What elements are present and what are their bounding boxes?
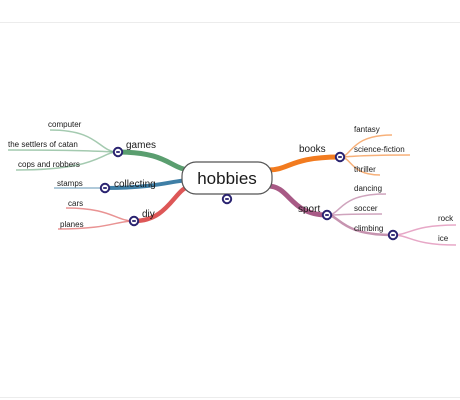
node-label[interactable]: climbing xyxy=(354,224,383,233)
node-label[interactable]: dancing xyxy=(354,184,382,193)
node-label[interactable]: thriller xyxy=(354,165,376,174)
node-label[interactable]: ice xyxy=(438,234,449,243)
branch-books: books fantasy science-fiction thriller xyxy=(265,125,411,176)
collapse-circle-icon[interactable] xyxy=(99,182,111,194)
branch-collecting: collecting stamps xyxy=(54,178,194,194)
node-label[interactable]: soccer xyxy=(354,204,378,213)
node-label[interactable]: games xyxy=(126,140,156,151)
branch-diy: diy cars planes xyxy=(57,183,195,230)
edge-books-scifi xyxy=(339,154,411,158)
collapse-circle-icon[interactable] xyxy=(221,193,233,205)
node-label[interactable]: fantasy xyxy=(354,125,380,134)
node-label[interactable]: cars xyxy=(68,199,83,208)
collapse-circle-icon[interactable] xyxy=(112,146,124,158)
node-label[interactable]: the settlers of catan xyxy=(8,140,78,149)
branch-games: games computer the settlers of catan cop… xyxy=(7,120,195,173)
edge-root-games xyxy=(115,149,195,173)
collapse-circle-icon[interactable] xyxy=(334,151,346,163)
branch-sport: sport dancing soccer climbing xyxy=(265,183,394,237)
edge-root-books xyxy=(265,154,343,173)
node-label[interactable]: stamps xyxy=(57,179,83,188)
edge-games-settlers xyxy=(7,149,119,153)
collapse-circle-icon[interactable] xyxy=(321,209,333,221)
root-node[interactable]: hobbies xyxy=(181,161,273,195)
node-label[interactable]: planes xyxy=(60,220,84,229)
node-label[interactable]: sport xyxy=(298,204,320,215)
node-label[interactable]: computer xyxy=(48,120,82,129)
branch-climbing: rock ice xyxy=(387,214,457,246)
collapse-circle-icon[interactable] xyxy=(387,229,399,241)
edge-sport-soccer xyxy=(326,213,383,216)
mind-map: games computer the settlers of catan cop… xyxy=(7,120,457,246)
node-label[interactable]: cops and robbers xyxy=(18,160,80,169)
node-label[interactable]: collecting xyxy=(114,179,156,190)
node-label[interactable]: diy xyxy=(142,209,155,220)
root-label: hobbies xyxy=(197,169,257,188)
collapse-circle-icon[interactable] xyxy=(128,215,140,227)
node-label[interactable]: science-fiction xyxy=(354,145,405,154)
node-label[interactable]: books xyxy=(299,144,326,155)
node-label[interactable]: rock xyxy=(438,214,454,223)
